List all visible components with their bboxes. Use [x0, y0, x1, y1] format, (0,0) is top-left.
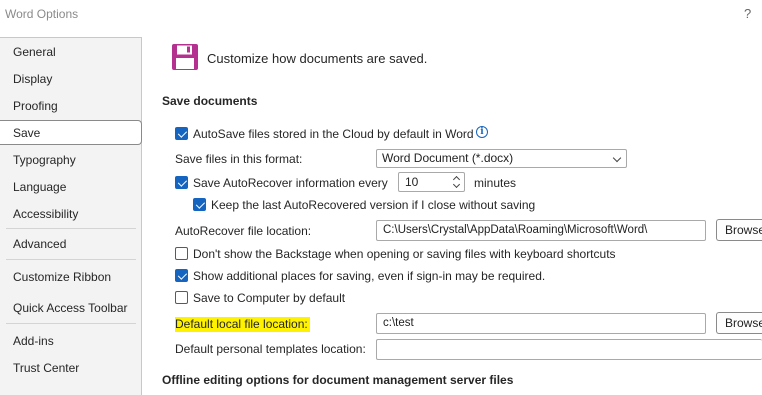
default-templates-location-input[interactable] — [376, 339, 762, 360]
autorecover-label: Save AutoRecover information every — [193, 176, 388, 190]
autorecover-location-label: AutoRecover file location: — [175, 224, 312, 238]
section-heading-save-documents: Save documents — [162, 94, 258, 108]
autorecover-checkbox[interactable] — [175, 176, 188, 189]
spin-down-icon[interactable] — [453, 182, 461, 190]
sidebar-divider — [6, 228, 136, 229]
window-title: Word Options — [5, 7, 79, 21]
additional-places-checkbox[interactable] — [175, 269, 188, 282]
default-templates-location-label: Default personal templates location: — [175, 342, 366, 356]
sidebar-item-display[interactable]: Display — [0, 67, 141, 92]
autosave-label: AutoSave files stored in the Cloud by de… — [193, 127, 474, 141]
keep-last-version-checkbox[interactable] — [193, 198, 206, 211]
sidebar-item-language[interactable]: Language — [0, 175, 141, 200]
sidebar-item-customize-ribbon[interactable]: Customize Ribbon — [0, 265, 141, 290]
additional-places-label: Show additional places for saving, even … — [193, 269, 546, 283]
sidebar-item-general[interactable]: General — [0, 40, 141, 65]
sidebar-item-add-ins[interactable]: Add-ins — [0, 329, 141, 354]
autorecover-location-input[interactable]: C:\Users\Crystal\AppData\Roaming\Microso… — [376, 220, 706, 241]
autorecover-minutes-spinner[interactable]: 10 — [398, 172, 465, 192]
backstage-checkbox[interactable] — [175, 247, 188, 260]
sidebar-item-trust-center[interactable]: Trust Center — [0, 356, 141, 381]
autorecover-minutes-value: 10 — [405, 175, 419, 189]
autosave-checkbox[interactable] — [175, 127, 188, 140]
help-button[interactable]: ? — [744, 6, 751, 21]
save-to-computer-checkbox[interactable] — [175, 291, 188, 304]
page-header: Customize how documents are saved. — [207, 51, 428, 66]
sidebar-item-accessibility[interactable]: Accessibility — [0, 202, 141, 227]
format-select-value: Word Document (*.docx) — [382, 151, 514, 165]
default-local-location-label: Default local file location: — [175, 317, 310, 332]
sidebar-item-typography[interactable]: Typography — [0, 148, 141, 173]
sidebar-item-proofing[interactable]: Proofing — [0, 94, 141, 119]
save-to-computer-label: Save to Computer by default — [193, 291, 346, 305]
default-local-location-input[interactable]: c:\test — [376, 313, 706, 334]
sidebar: General Display Proofing Save Typography… — [0, 37, 142, 395]
browse-default-local-button[interactable]: Browse — [716, 312, 762, 334]
browse-autorecover-button[interactable]: Browse — [716, 219, 762, 241]
save-disk-icon — [172, 44, 198, 70]
chevron-down-icon — [612, 153, 622, 163]
sidebar-item-save[interactable]: Save — [0, 120, 142, 145]
format-label: Save files in this format: — [175, 152, 303, 166]
keep-last-version-label: Keep the last AutoRecovered version if I… — [211, 198, 536, 212]
sidebar-item-advanced[interactable]: Advanced — [0, 232, 141, 257]
sidebar-item-quick-access-toolbar[interactable]: Quick Access Toolbar — [0, 296, 141, 321]
minutes-label: minutes — [474, 176, 517, 190]
sidebar-divider — [6, 323, 136, 324]
backstage-label: Don't show the Backstage when opening or… — [193, 247, 616, 261]
sidebar-divider — [6, 259, 136, 260]
section-heading-offline-editing: Offline editing options for document man… — [162, 373, 514, 387]
format-select[interactable]: Word Document (*.docx) — [376, 149, 627, 168]
info-icon[interactable]: i — [476, 126, 488, 138]
title-bar: Word Options ? — [0, 0, 762, 30]
